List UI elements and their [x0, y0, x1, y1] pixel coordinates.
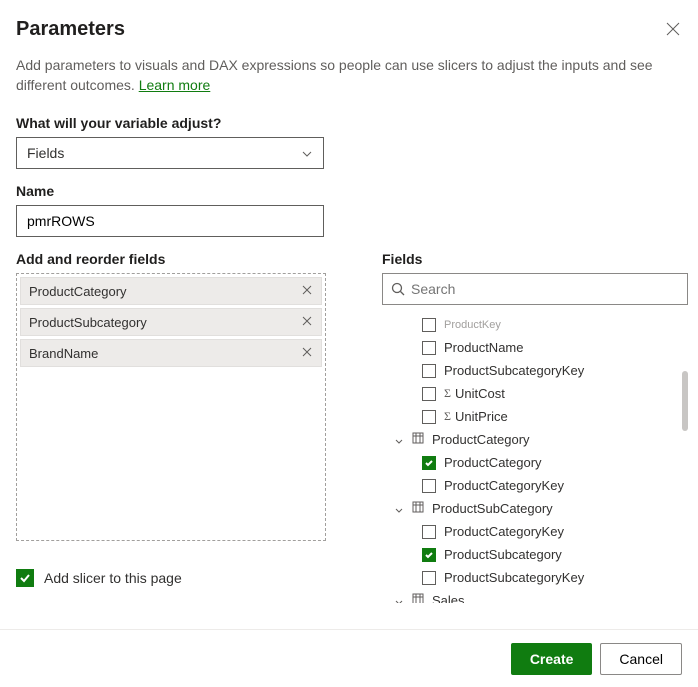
- dialog-footer: Create Cancel: [0, 629, 698, 687]
- expand-icon[interactable]: [394, 504, 404, 514]
- add-slicer-checkbox[interactable]: [16, 569, 34, 587]
- tree-field[interactable]: ProductCategoryKey: [382, 474, 688, 497]
- adjust-select[interactable]: Fields: [16, 137, 324, 169]
- close-button[interactable]: [666, 22, 682, 38]
- fields-tree[interactable]: ProductKey ProductName ProductSubcategoryK…: [382, 313, 688, 603]
- field-chip-label: ProductSubcategory: [29, 315, 147, 330]
- remove-field-button[interactable]: [301, 284, 313, 299]
- field-checkbox[interactable]: [422, 410, 436, 424]
- sigma-icon: Σ: [444, 409, 451, 424]
- field-checkbox[interactable]: [422, 318, 436, 332]
- add-slicer-label: Add slicer to this page: [44, 570, 182, 586]
- tree-label: ProductSubcategoryKey: [444, 570, 584, 585]
- field-chip[interactable]: ProductCategory: [20, 277, 322, 305]
- cancel-button[interactable]: Cancel: [600, 643, 682, 675]
- name-input[interactable]: [16, 205, 324, 237]
- fields-label: Fields: [382, 251, 688, 267]
- fields-search[interactable]: [382, 273, 688, 305]
- close-icon: [666, 22, 680, 36]
- tree-table[interactable]: ProductCategory: [382, 428, 688, 451]
- tree-label: ProductName: [444, 340, 523, 355]
- tree-label: ProductCategory: [444, 455, 542, 470]
- tree-label: ProductSubCategory: [432, 501, 553, 516]
- dialog-title: Parameters: [16, 18, 125, 41]
- tree-table[interactable]: ProductSubCategory: [382, 497, 688, 520]
- remove-field-button[interactable]: [301, 346, 313, 361]
- field-chip-label: BrandName: [29, 346, 98, 361]
- field-checkbox[interactable]: [422, 479, 436, 493]
- tree-field[interactable]: Σ UnitCost: [382, 382, 688, 405]
- field-checkbox[interactable]: [422, 456, 436, 470]
- field-checkbox[interactable]: [422, 387, 436, 401]
- field-checkbox[interactable]: [422, 341, 436, 355]
- tree-field[interactable]: ProductSubcategory: [382, 543, 688, 566]
- tree-label: ProductCategoryKey: [444, 524, 564, 539]
- dialog-description: Add parameters to visuals and DAX expres…: [16, 55, 682, 95]
- tree-table[interactable]: Sales: [382, 589, 688, 603]
- tree-label: ProductCategoryKey: [444, 478, 564, 493]
- expand-icon[interactable]: [394, 435, 404, 445]
- tree-field[interactable]: ProductSubcategoryKey: [382, 359, 688, 382]
- tree-field[interactable]: ProductName: [382, 336, 688, 359]
- tree-label: UnitPrice: [455, 409, 508, 424]
- tree-field[interactable]: ProductCategoryKey: [382, 520, 688, 543]
- expand-icon[interactable]: [394, 596, 404, 604]
- remove-field-button[interactable]: [301, 315, 313, 330]
- field-chip-label: ProductCategory: [29, 284, 127, 299]
- check-icon: [19, 572, 31, 584]
- field-checkbox[interactable]: [422, 525, 436, 539]
- search-input[interactable]: [411, 281, 679, 297]
- tree-field[interactable]: Σ UnitPrice: [382, 405, 688, 428]
- name-label: Name: [16, 183, 682, 199]
- description-text: Add parameters to visuals and DAX expres…: [16, 57, 653, 93]
- scrollbar-thumb[interactable]: [682, 371, 688, 431]
- tree-label: ProductSubcategoryKey: [444, 363, 584, 378]
- adjust-value: Fields: [27, 145, 64, 161]
- tree-label: ProductCategory: [432, 432, 530, 447]
- search-icon: [391, 282, 405, 296]
- field-checkbox[interactable]: [422, 364, 436, 378]
- chevron-down-icon: [301, 147, 313, 159]
- adjust-label: What will your variable adjust?: [16, 115, 682, 131]
- field-chip[interactable]: BrandName: [20, 339, 322, 367]
- learn-more-link[interactable]: Learn more: [139, 77, 211, 93]
- reorder-fields-box[interactable]: ProductCategory ProductSubcategory Brand…: [16, 273, 326, 541]
- sigma-icon: Σ: [444, 386, 451, 401]
- tree-label: Sales: [432, 593, 465, 603]
- reorder-label: Add and reorder fields: [16, 251, 326, 267]
- tree-field[interactable]: ProductSubcategoryKey: [382, 566, 688, 589]
- tree-label: ProductSubcategory: [444, 547, 562, 562]
- field-checkbox[interactable]: [422, 571, 436, 585]
- table-icon: [412, 501, 424, 516]
- tree-label: ProductKey: [444, 319, 501, 331]
- tree-field[interactable]: ProductKey: [382, 313, 688, 336]
- tree-field[interactable]: ProductCategory: [382, 451, 688, 474]
- field-checkbox[interactable]: [422, 548, 436, 562]
- tree-label: UnitCost: [455, 386, 505, 401]
- create-button[interactable]: Create: [511, 643, 593, 675]
- table-icon: [412, 432, 424, 447]
- field-chip[interactable]: ProductSubcategory: [20, 308, 322, 336]
- table-icon: [412, 593, 424, 603]
